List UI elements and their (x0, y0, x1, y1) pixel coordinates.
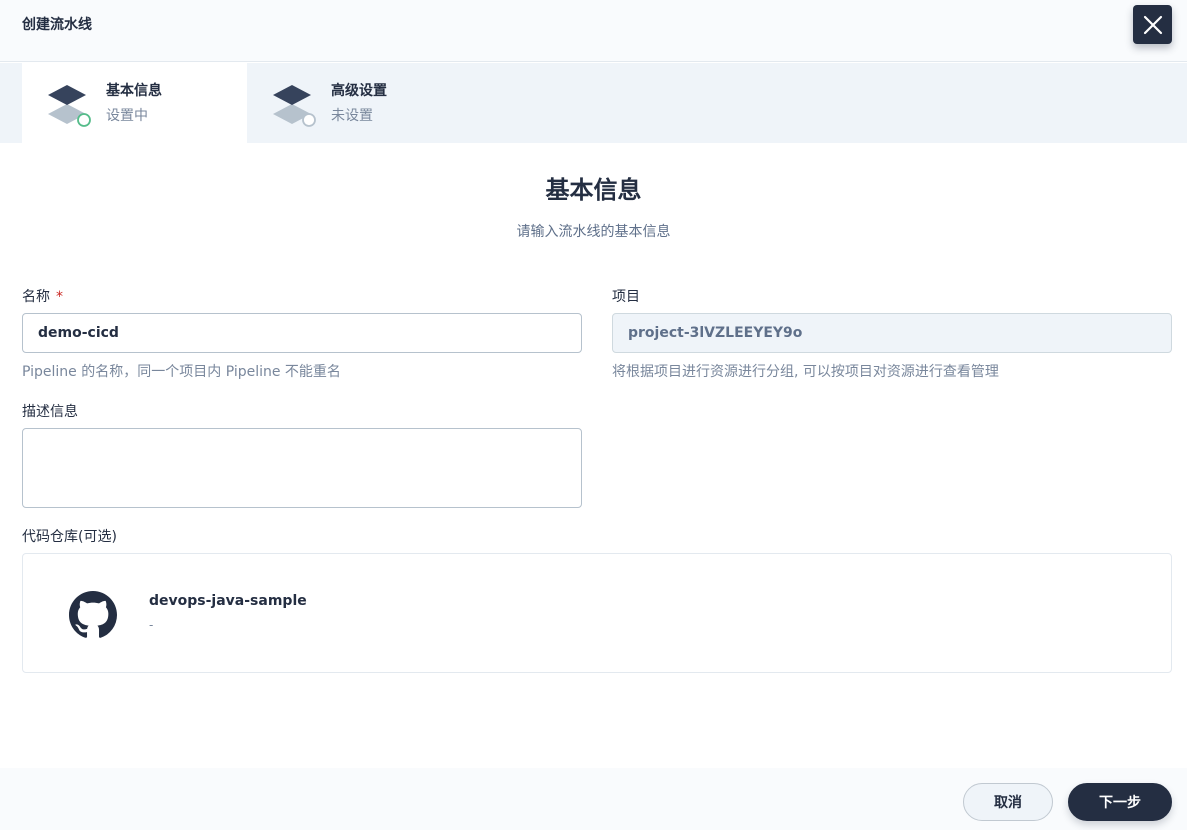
step-name: 基本信息 (106, 83, 162, 99)
section-subheading: 请输入流水线的基本信息 (516, 224, 671, 240)
close-icon (1143, 15, 1162, 34)
layers-icon (273, 85, 316, 127)
step-advanced-settings[interactable]: 高级设置 未设置 (247, 63, 472, 143)
modal-footer: 取消 下一步 (0, 768, 1187, 830)
repository-label: 代码仓库(可选) (22, 529, 117, 545)
steps-bar: 基本信息 设置中 高级设置 未设置 (0, 63, 1187, 143)
step-basic-info[interactable]: 基本信息 设置中 (22, 63, 247, 143)
section-heading: 基本信息 (545, 176, 642, 204)
github-icon (69, 591, 117, 638)
required-mark: * (56, 289, 63, 305)
name-hint: Pipeline 的名称，同一个项目内 Pipeline 不能重名 (22, 364, 341, 380)
name-input[interactable] (22, 313, 582, 353)
step-name: 高级设置 (331, 83, 387, 99)
modal-header: 创建流水线 (0, 0, 1187, 62)
project-input (612, 313, 1172, 353)
modal-title: 创建流水线 (22, 17, 92, 33)
step-status: 设置中 (106, 108, 148, 124)
project-hint: 将根据项目进行资源进行分组, 可以按项目对资源进行查看管理 (612, 364, 999, 380)
description-textarea[interactable] (22, 428, 582, 508)
next-button[interactable]: 下一步 (1068, 783, 1172, 821)
repository-description: - (149, 618, 154, 632)
description-label: 描述信息 (22, 404, 78, 420)
close-button[interactable] (1133, 5, 1172, 44)
name-label-text: 名称 (22, 289, 50, 305)
step-status: 未设置 (331, 108, 373, 124)
cancel-button[interactable]: 取消 (963, 783, 1053, 821)
name-label: 名称 * (22, 286, 63, 306)
project-label: 项目 (612, 289, 640, 305)
layers-icon (48, 85, 91, 127)
repository-card[interactable]: devops-java-sample - (22, 553, 1172, 673)
repository-name: devops-java-sample (149, 593, 307, 609)
